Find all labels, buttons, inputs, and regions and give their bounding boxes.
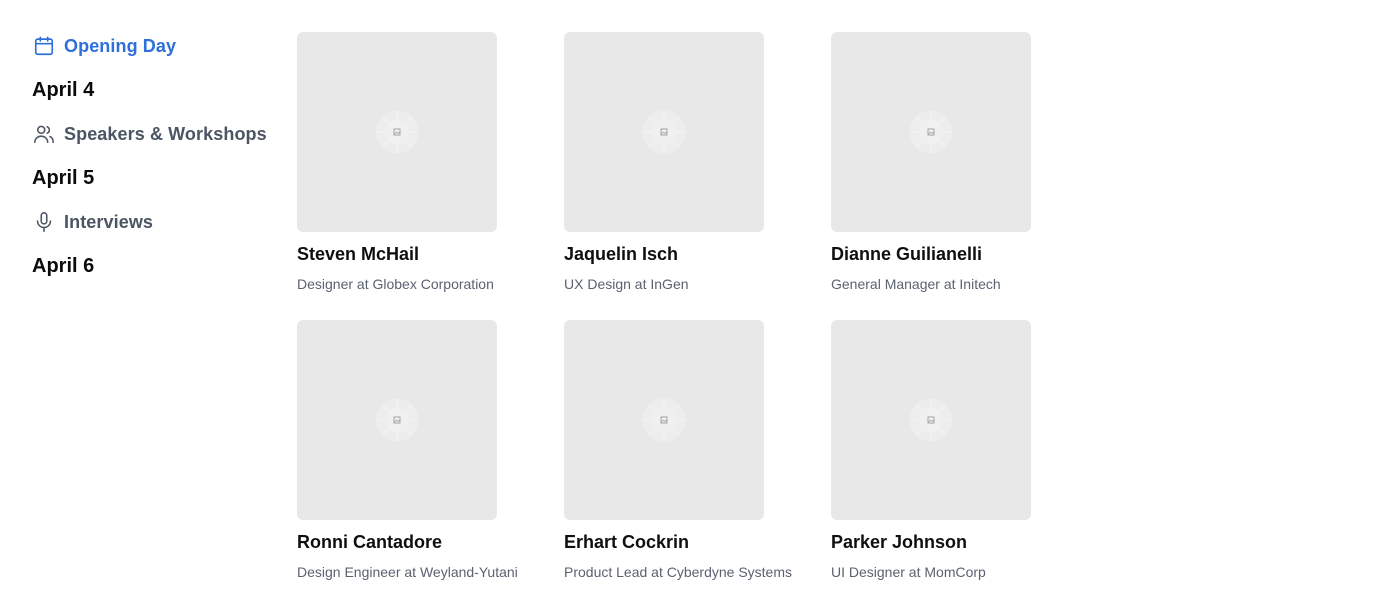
speaker-role: Designer at Globex Corporation [297, 276, 494, 292]
speaker-photo[interactable] [564, 320, 764, 520]
date-heading-april-4: April 4 [32, 78, 95, 101]
speaker-role: UI Designer at MomCorp [831, 564, 986, 580]
speaker-card[interactable]: Dianne Guilianelli General Manager at In… [831, 32, 1071, 320]
speaker-name[interactable]: Erhart Cockrin [564, 531, 804, 553]
image-placeholder-icon [375, 398, 419, 442]
image-placeholder-icon [375, 110, 419, 154]
speaker-photo[interactable] [297, 320, 497, 520]
speaker-photo[interactable] [564, 32, 764, 232]
users-icon [32, 122, 56, 146]
speaker-photo[interactable] [831, 32, 1031, 232]
speaker-name[interactable]: Ronni Cantadore [297, 531, 537, 553]
speaker-card[interactable]: Erhart Cockrin Product Lead at Cyberdyne… [564, 320, 804, 608]
image-placeholder-icon [909, 110, 953, 154]
speaker-grid: Steven McHail Designer at Globex Corpora… [297, 32, 1098, 608]
speaker-card[interactable]: Steven McHail Designer at Globex Corpora… [297, 32, 537, 320]
tab-opening-day-label: Opening Day [64, 35, 177, 56]
speaker-role: Product Lead at Cyberdyne Systems [564, 564, 793, 580]
schedule-sidebar: Opening Day April 4 Speakers & Workshops… [32, 30, 282, 294]
speaker-photo[interactable] [297, 32, 497, 232]
page: Opening Day April 4 Speakers & Workshops… [0, 0, 1376, 616]
image-placeholder-icon [642, 398, 686, 442]
speaker-role: Design Engineer at Weyland-Yutani [297, 564, 518, 580]
image-placeholder-icon [642, 110, 686, 154]
speaker-name[interactable]: Steven McHail [297, 243, 537, 265]
tab-speakers-workshops[interactable]: Speakers & Workshops [32, 118, 282, 150]
speaker-card[interactable]: Jaquelin Isch UX Design at InGen [564, 32, 804, 320]
speaker-card[interactable]: Parker Johnson UI Designer at MomCorp [831, 320, 1071, 608]
calendar-icon [32, 34, 56, 58]
speaker-role: UX Design at InGen [564, 276, 689, 292]
tab-interviews[interactable]: Interviews [32, 206, 282, 238]
date-heading-april-6: April 6 [32, 254, 95, 277]
date-heading-april-5: April 5 [32, 166, 95, 189]
speaker-card[interactable]: Ronni Cantadore Design Engineer at Weyla… [297, 320, 537, 608]
speaker-role: General Manager at Initech [831, 276, 1001, 292]
speaker-name[interactable]: Jaquelin Isch [564, 243, 804, 265]
speaker-photo[interactable] [831, 320, 1031, 520]
speaker-name[interactable]: Parker Johnson [831, 531, 1071, 553]
image-placeholder-icon [909, 398, 953, 442]
tab-opening-day[interactable]: Opening Day [32, 30, 282, 62]
microphone-icon [32, 210, 56, 234]
speaker-name[interactable]: Dianne Guilianelli [831, 243, 1071, 265]
tab-interviews-label: Interviews [64, 211, 154, 232]
tab-speakers-workshops-label: Speakers & Workshops [64, 123, 267, 144]
